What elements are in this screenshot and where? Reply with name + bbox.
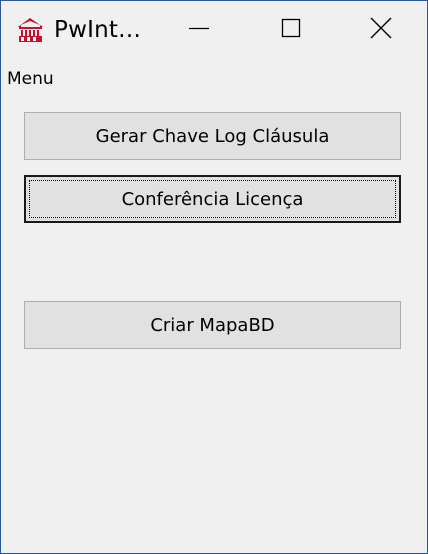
button-label: Conferência Licença <box>121 188 304 210</box>
window-title: PwInt… <box>54 17 142 43</box>
menu-label[interactable]: Menu <box>7 68 54 90</box>
close-icon <box>370 17 392 43</box>
button-label: Criar MapaBD <box>150 314 275 336</box>
button-label: Gerar Chave Log Cláusula <box>95 125 330 147</box>
pwint-app-icon[interactable] <box>16 15 45 44</box>
conferencia-licenca-button[interactable]: Conferência Licença <box>24 175 401 223</box>
close-button[interactable] <box>335 1 427 59</box>
minimize-button[interactable] <box>153 1 245 59</box>
app-window: PwInt… Menu Gerar Chave Log Cláusula Con… <box>0 0 428 554</box>
criar-mapabd-button[interactable]: Criar MapaBD <box>24 301 401 349</box>
title-bar[interactable]: PwInt… <box>1 1 427 59</box>
gerar-chave-log-clausula-button[interactable]: Gerar Chave Log Cláusula <box>24 112 401 160</box>
minimize-icon <box>189 18 209 42</box>
maximize-button[interactable] <box>245 1 337 59</box>
maximize-icon <box>281 18 301 42</box>
